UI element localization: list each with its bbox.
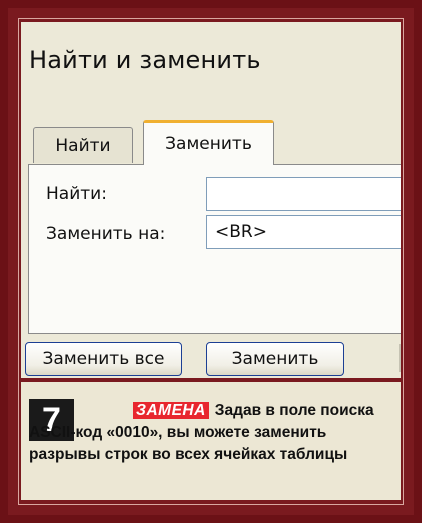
caption-keyword: ЗАМЕНА	[133, 402, 209, 419]
dialog-title: Найти и заменить	[29, 46, 261, 74]
tab-replace[interactable]: Заменить	[143, 120, 274, 165]
replace-with-label: Заменить на:	[46, 224, 166, 244]
caption-box: 7 ЗАМЕНА Задав в поле поиска ASCII-код «0…	[21, 382, 401, 500]
find-input[interactable]	[206, 177, 401, 211]
replace-button[interactable]: Заменить	[206, 342, 344, 376]
caption-text: ЗАМЕНА Задав в поле поиска ASCII-код «001…	[29, 400, 389, 466]
tab-find[interactable]: Найти	[33, 127, 133, 163]
find-label: Найти:	[46, 184, 107, 204]
replace-input[interactable]: <BR>	[206, 215, 401, 249]
replace-all-button[interactable]: Заменить все	[25, 342, 182, 376]
find-replace-dialog: Найти и заменить Найти Заменить Найти: З…	[21, 22, 401, 378]
button-separator	[399, 344, 401, 372]
